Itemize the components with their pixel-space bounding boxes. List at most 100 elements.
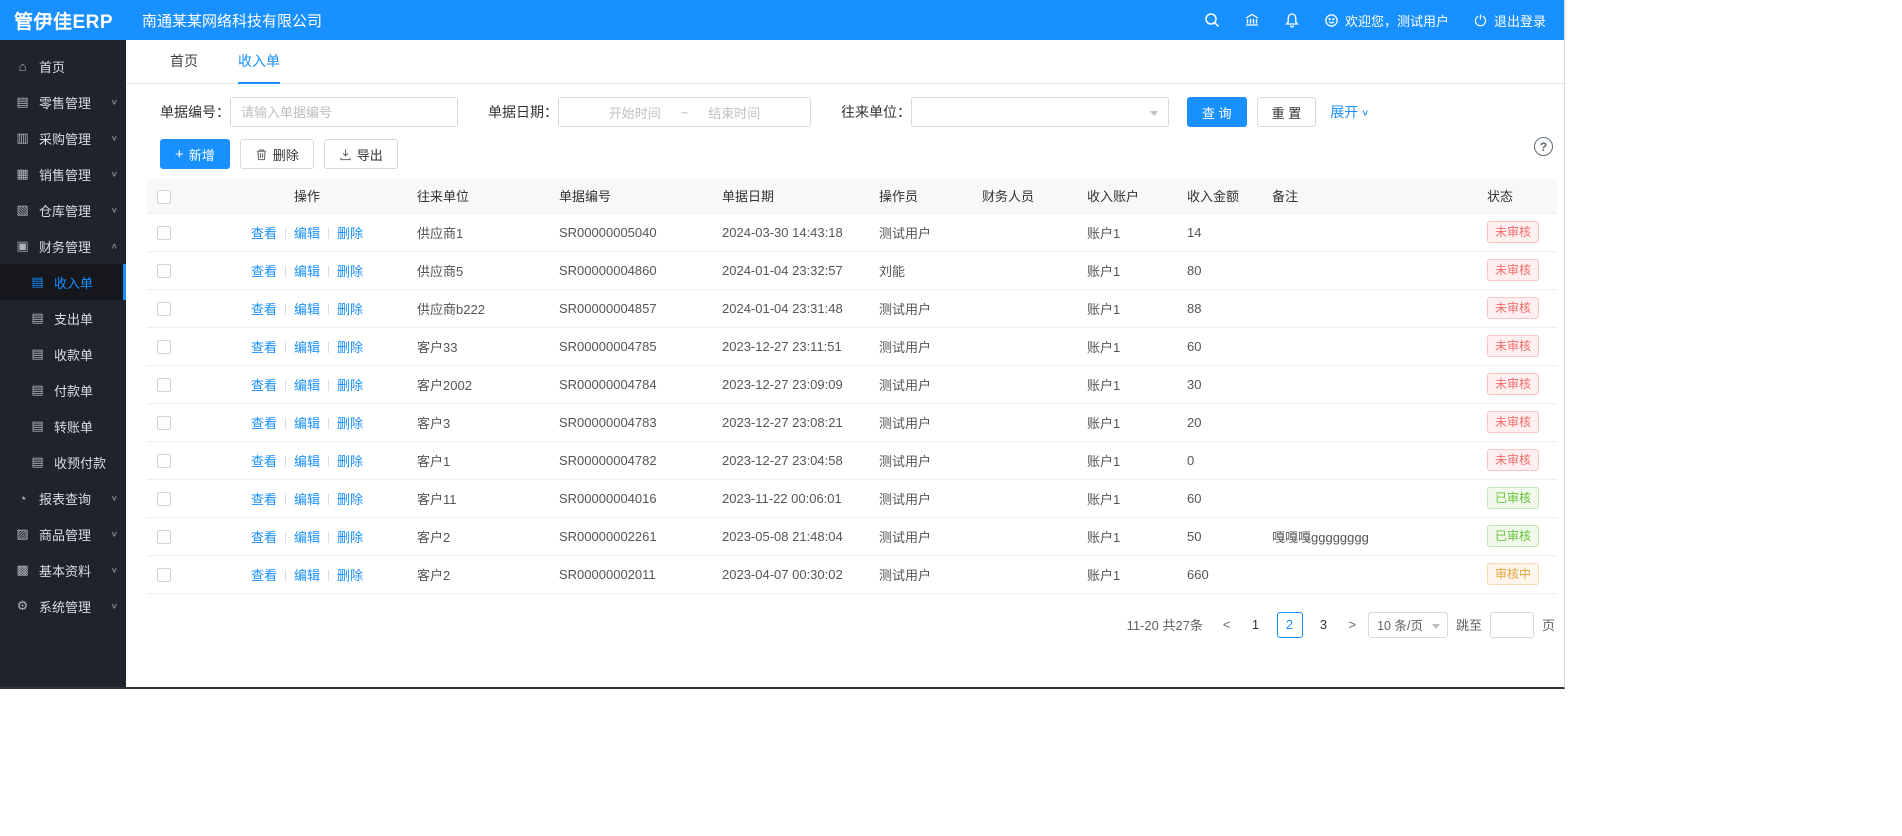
sidebar-item-home[interactable]: ⌂ 首页 [0,48,126,84]
welcome-user[interactable]: 欢迎您，测试用户 [1324,11,1449,30]
delete-button[interactable]: 删除 [240,139,314,169]
edit-link[interactable]: 编辑 [294,416,320,431]
edit-link[interactable]: 编辑 [294,302,320,317]
page-3-button[interactable]: 3 [1311,612,1337,638]
edit-link[interactable]: 编辑 [294,264,320,279]
row-checkbox[interactable] [157,454,171,468]
tab-home[interactable]: 首页 [170,40,198,84]
trash-icon [255,148,268,161]
delete-link[interactable]: 删除 [337,264,363,279]
row-checkbox[interactable] [157,530,171,544]
sidebar-item-income-bill[interactable]: ▤ 收入单 [0,264,126,300]
tab-income-bill[interactable]: 收入单 [238,40,280,84]
reset-button[interactable]: 重 置 [1257,97,1317,127]
sidebar-item-payment-bill[interactable]: ▤ 付款单 [0,372,126,408]
delete-link[interactable]: 删除 [337,568,363,583]
table-row: 查看编辑删除 供应商b222 SR00000004857 2024-01-04 … [147,289,1557,327]
jump-page-input[interactable] [1490,612,1534,638]
row-checkbox[interactable] [157,416,171,430]
bell-icon[interactable] [1284,12,1300,28]
amount-cell: 50 [1177,517,1262,555]
row-checkbox[interactable] [157,568,171,582]
delete-link[interactable]: 删除 [337,378,363,393]
view-link[interactable]: 查看 [251,340,277,355]
view-link[interactable]: 查看 [251,264,277,279]
page-size-select[interactable]: 10 条/页 [1368,612,1448,638]
sidebar-item-receipt-bill[interactable]: ▤ 收款单 [0,336,126,372]
sidebar-item-label: 报表查询 [39,489,91,508]
page-1-button[interactable]: 1 [1243,612,1269,638]
edit-link[interactable]: 编辑 [294,492,320,507]
sidebar-item-sales[interactable]: ▦ 销售管理 ∨ [0,156,126,192]
view-link[interactable]: 查看 [251,454,277,469]
help-icon[interactable]: ? [1534,137,1553,156]
bill-no-input[interactable] [230,97,458,127]
jump-label: 跳至 [1456,615,1482,634]
edit-link[interactable]: 编辑 [294,340,320,355]
remark-cell [1262,289,1477,327]
row-checkbox[interactable] [157,492,171,506]
add-button[interactable]: + 新增 [160,139,230,169]
sidebar-item-purchase[interactable]: ▥ 采购管理 ∨ [0,120,126,156]
delete-link[interactable]: 删除 [337,416,363,431]
edit-link[interactable]: 编辑 [294,226,320,241]
amount-cell: 88 [1177,289,1262,327]
prev-page-button[interactable]: < [1219,617,1235,632]
delete-link[interactable]: 删除 [337,454,363,469]
view-link[interactable]: 查看 [251,226,277,241]
sidebar-item-finance[interactable]: ▣ 财务管理 ∧ [0,228,126,264]
page-2-button[interactable]: 2 [1277,612,1303,638]
date-cell: 2023-11-22 00:06:01 [712,479,869,517]
view-link[interactable]: 查看 [251,492,277,507]
operator-cell: 测试用户 [869,441,972,479]
date-range-input[interactable]: 开始时间 ~ 结束时间 [558,97,811,127]
sidebar-item-prepaid-bill[interactable]: ▤ 收预付款 [0,444,126,480]
sidebar-item-basic-data[interactable]: ▩ 基本资料 ∨ [0,552,126,588]
edit-link[interactable]: 编辑 [294,530,320,545]
edit-link[interactable]: 编辑 [294,454,320,469]
row-checkbox[interactable] [157,378,171,392]
sidebar: ⌂ 首页 ▤ 零售管理 ∨ ▥ 采购管理 ∨ ▦ 销售管理 ∨ ▧ 仓库管理 ∨ [0,40,126,689]
view-link[interactable]: 查看 [251,568,277,583]
sidebar-item-retail[interactable]: ▤ 零售管理 ∨ [0,84,126,120]
view-link[interactable]: 查看 [251,378,277,393]
select-all-checkbox[interactable] [157,190,171,204]
sidebar-item-transfer-bill[interactable]: ▤ 转账单 [0,408,126,444]
sidebar-item-goods[interactable]: ▨ 商品管理 ∨ [0,516,126,552]
search-icon[interactable] [1204,12,1220,28]
expand-label: 展开 [1330,102,1358,122]
partner-cell: 供应商b222 [407,289,549,327]
view-link[interactable]: 查看 [251,416,277,431]
sidebar-item-system[interactable]: ⚙ 系统管理 ∨ [0,588,126,624]
next-page-button[interactable]: > [1345,617,1361,632]
view-link[interactable]: 查看 [251,302,277,317]
sidebar-item-warehouse[interactable]: ▧ 仓库管理 ∨ [0,192,126,228]
row-checkbox[interactable] [157,302,171,316]
bank-icon[interactable] [1244,12,1260,28]
column-header: 单据日期 [712,179,869,213]
row-checkbox[interactable] [157,340,171,354]
edit-link[interactable]: 编辑 [294,378,320,393]
goods-icon: ▨ [15,526,30,542]
view-link[interactable]: 查看 [251,530,277,545]
delete-link[interactable]: 删除 [337,340,363,355]
partner-select[interactable] [911,97,1169,127]
delete-link[interactable]: 删除 [337,530,363,545]
sidebar-item-report[interactable]: ◔ 报表查询 ∨ [0,480,126,516]
row-checkbox[interactable] [157,226,171,240]
sidebar-item-label: 付款单 [54,381,93,400]
search-button[interactable]: 查 询 [1187,97,1247,127]
pagination: 11-20 共27条 < 1 2 3 > 10 条/页 跳至 页 [126,594,1565,638]
sidebar-item-expense-bill[interactable]: ▤ 支出单 [0,300,126,336]
expand-link[interactable]: 展开 ∨ [1330,102,1369,122]
partner-cell: 客户11 [407,479,549,517]
row-checkbox[interactable] [157,264,171,278]
logout-button[interactable]: 退出登录 [1473,11,1546,30]
edit-link[interactable]: 编辑 [294,568,320,583]
export-button[interactable]: 导出 [324,139,398,169]
delete-link[interactable]: 删除 [337,226,363,241]
amount-cell: 60 [1177,327,1262,365]
table-row: 查看编辑删除 供应商1 SR00000005040 2024-03-30 14:… [147,213,1557,251]
delete-link[interactable]: 删除 [337,302,363,317]
delete-link[interactable]: 删除 [337,492,363,507]
